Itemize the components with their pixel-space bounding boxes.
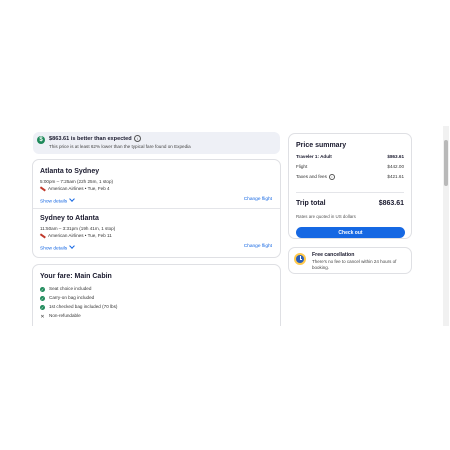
check-icon: ✓ <box>40 287 45 292</box>
change-flight-link[interactable]: Change flight <box>244 244 272 249</box>
trip-total-row: Trip total $863.61 <box>296 200 404 209</box>
currency-note: Rates are quoted in US dollars <box>296 214 356 219</box>
free-cancellation-card: Free cancellation There's no fee to canc… <box>288 247 412 274</box>
chevron-down-icon <box>69 196 76 202</box>
divider <box>33 208 280 209</box>
fare-title: Your fare: Main Cabin <box>40 273 112 280</box>
cancellation-title: Free cancellation <box>312 252 355 258</box>
cancellation-text: There's no fee to cancel within 24 hours… <box>312 259 397 270</box>
checkout-page: $ $863.61 is better than expected i This … <box>28 126 450 326</box>
fare-item: ✓ 1st checked bag included (70 lbs) <box>40 304 117 310</box>
clock-hand <box>299 258 302 260</box>
info-icon[interactable]: i <box>328 174 335 180</box>
fare-item: ✓ Carry-on bag included <box>40 295 94 301</box>
checkout-button[interactable]: Check out <box>296 227 405 238</box>
leg-title: Atlanta to Sydney <box>40 168 100 175</box>
flight-price-row: Flight $442.00 <box>296 164 404 171</box>
fare-item-label: Seat choice included <box>49 286 92 291</box>
info-icon[interactable]: i <box>133 135 141 142</box>
traveler-value: $863.61 <box>387 154 404 159</box>
banner-subtitle: This price is at least 62% lower than th… <box>49 144 191 149</box>
fare-item-label: Carry-on bag included <box>49 295 95 300</box>
price-summary-title: Price summary <box>296 142 347 149</box>
flight-price-label: Flight <box>296 164 308 169</box>
leg-times: 5:00pm – 7:25am (22h 25m, 1 stop) <box>40 179 114 184</box>
price-summary-card: Price summary Traveler 1: Adult $863.61 … <box>288 133 412 239</box>
trip-total-value: $863.61 <box>378 200 404 207</box>
scrollbar-thumb[interactable] <box>444 140 448 186</box>
flight-price-value: $442.00 <box>387 164 404 169</box>
leg-airline-date: American Airlines • Tue, Feb 4 <box>48 186 110 191</box>
traveler-row: Traveler 1: Adult $863.61 <box>296 154 404 161</box>
fare-card: Your fare: Main Cabin ✓ Seat choice inclu… <box>32 264 281 326</box>
scrollbar[interactable] <box>443 126 449 326</box>
divider <box>296 192 404 193</box>
close-icon: ✕ <box>40 314 45 320</box>
trip-total-label: Trip total <box>296 200 326 207</box>
taxes-row: Taxes and fees i $421.61 <box>296 174 404 181</box>
check-icon: ✓ <box>40 296 45 301</box>
airline-logo-icon <box>40 232 46 238</box>
banner-title: $863.61 is better than expected <box>49 136 132 142</box>
show-details-label: Show details <box>40 199 68 205</box>
fare-item-label: Non-refundable <box>49 313 81 318</box>
leg-times: 11:50am – 3:31pm (19h 41m, 1 stop) <box>40 226 116 231</box>
check-icon: ✓ <box>40 305 45 310</box>
price-deal-banner: $ $863.61 is better than expected i This … <box>33 132 280 154</box>
price-tag-icon: $ <box>37 136 45 144</box>
change-flight-link[interactable]: Change flight <box>244 197 272 202</box>
leg-title: Sydney to Atlanta <box>40 215 99 222</box>
chevron-down-icon <box>69 243 76 249</box>
fare-item: ✕ Non-refundable <box>40 313 81 320</box>
leg-airline: American Airlines • Tue, Feb 4 <box>40 185 110 191</box>
clock-icon <box>294 253 306 265</box>
airline-logo-icon <box>40 185 46 191</box>
show-details-link[interactable]: Show details <box>40 196 76 205</box>
fare-item: ✓ Seat choice included <box>40 286 91 292</box>
leg-airline-date: American Airlines • Tue, Feb 11 <box>48 233 112 238</box>
taxes-label: Taxes and fees <box>296 174 327 179</box>
show-details-link[interactable]: Show details <box>40 243 76 252</box>
traveler-label: Traveler 1: Adult <box>296 154 332 159</box>
leg-airline: American Airlines • Tue, Feb 11 <box>40 232 112 238</box>
flights-card: Atlanta to Sydney 5:00pm – 7:25am (22h 2… <box>32 159 281 258</box>
taxes-value: $421.61 <box>387 174 404 179</box>
show-details-label: Show details <box>40 246 68 252</box>
fare-item-label: 1st checked bag included (70 lbs) <box>49 304 118 309</box>
